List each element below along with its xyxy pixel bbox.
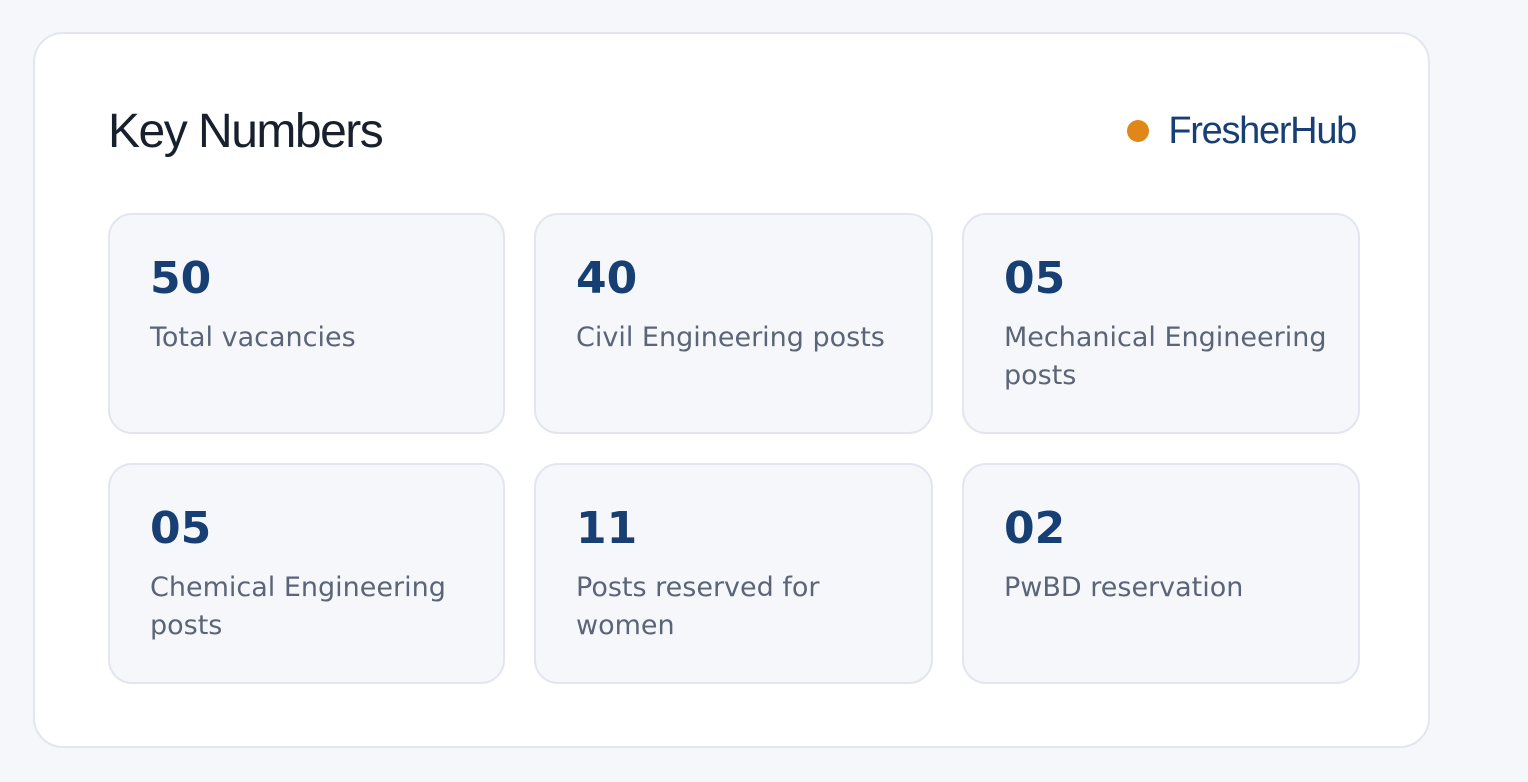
stat-value: 50 bbox=[150, 253, 212, 304]
brand: FresherHub bbox=[1127, 108, 1357, 154]
key-numbers-panel: Key Numbers FresherHub 50 Total vacancie… bbox=[33, 32, 1430, 748]
stat-card-chemical-engineering: 05 Chemical Engineering posts bbox=[108, 463, 505, 684]
stat-label: Total vacancies bbox=[150, 322, 356, 353]
stat-card-civil-engineering: 40 Civil Engineering posts bbox=[534, 213, 933, 434]
panel-title: Key Numbers bbox=[108, 105, 384, 158]
stat-card-total-vacancies: 50 Total vacancies bbox=[108, 213, 505, 434]
stat-label: Chemical Engineering posts bbox=[150, 572, 446, 641]
stat-value: 40 bbox=[576, 253, 638, 304]
stat-card-women-reserved: 11 Posts reserved for women bbox=[534, 463, 933, 684]
stats-grid: 50 Total vacancies 40 Civil Engineering … bbox=[108, 213, 1360, 684]
stat-card-pwbd-reservation: 02 PwBD reservation bbox=[962, 463, 1360, 684]
stat-label: PwBD reservation bbox=[1004, 572, 1244, 603]
stat-label: Civil Engineering posts bbox=[576, 322, 885, 353]
stat-label: Mechanical Engineering posts bbox=[1004, 322, 1327, 391]
stat-value: 05 bbox=[150, 503, 212, 554]
stat-card-mechanical-engineering: 05 Mechanical Engineering posts bbox=[962, 213, 1360, 434]
stat-label: Posts reserved for women bbox=[576, 572, 820, 641]
brand-dot-icon bbox=[1127, 120, 1150, 142]
stat-value: 02 bbox=[1004, 503, 1066, 554]
brand-name: FresherHub bbox=[1168, 110, 1357, 152]
stat-value: 11 bbox=[576, 503, 638, 554]
stat-value: 05 bbox=[1004, 253, 1066, 304]
